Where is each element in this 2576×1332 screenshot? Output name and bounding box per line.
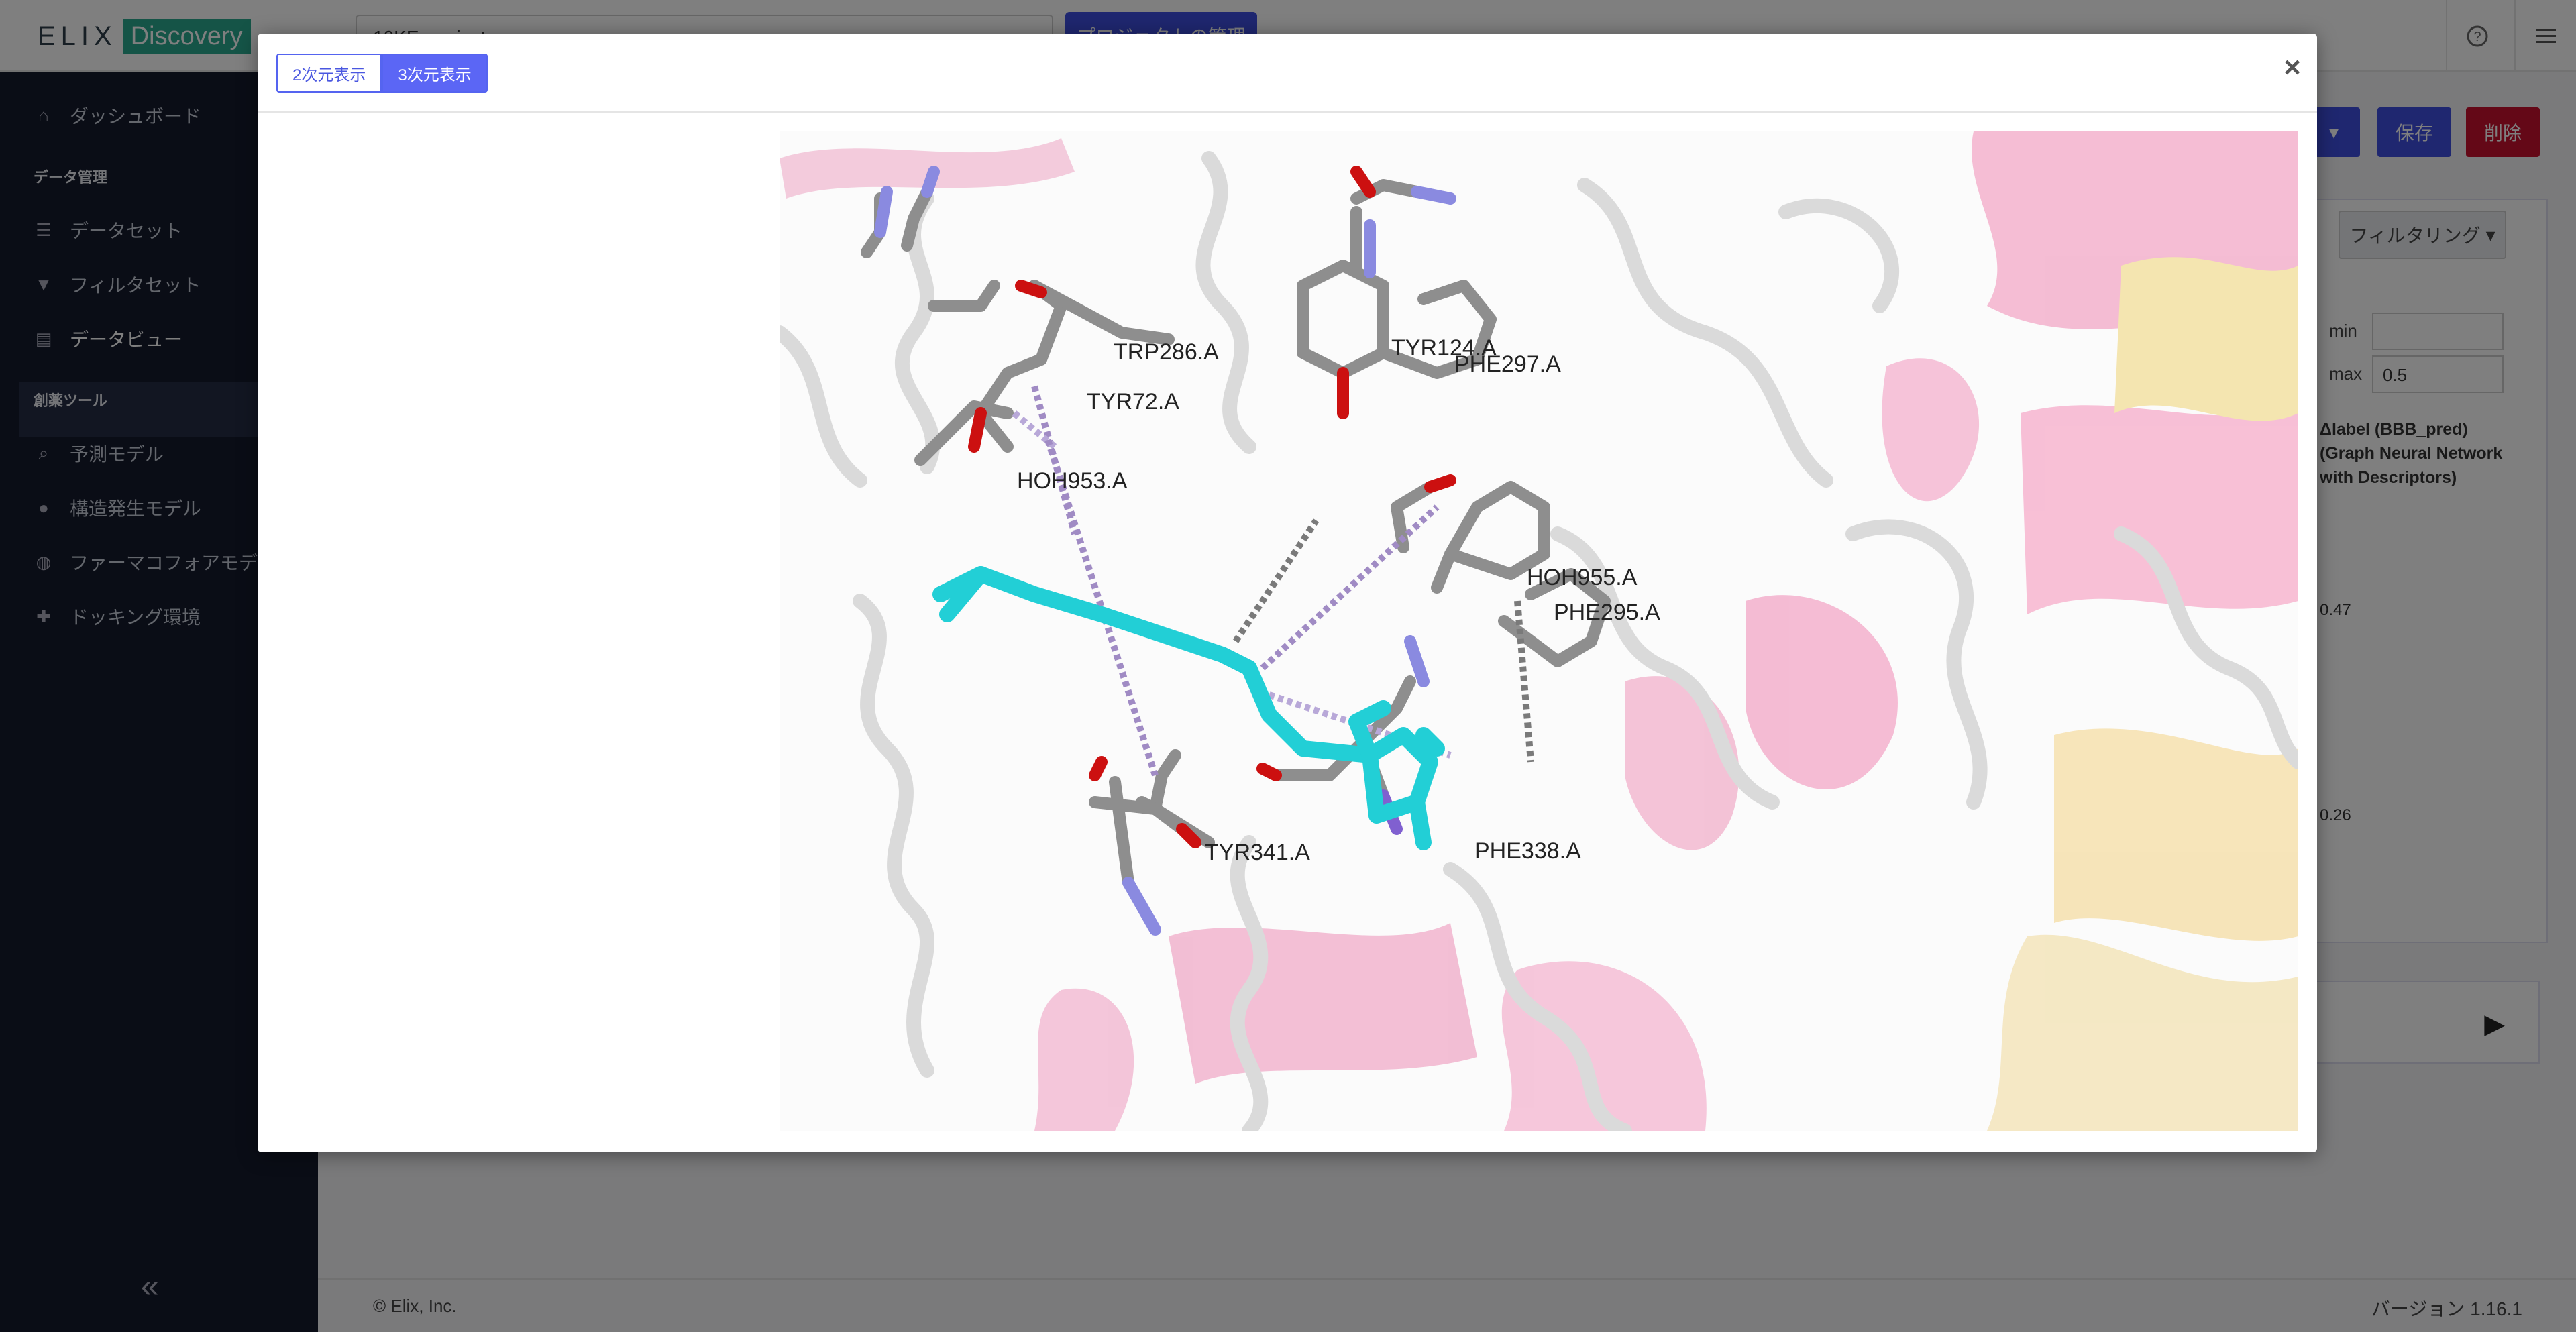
residue-label: PHE295.A — [1554, 600, 1660, 625]
residue-label: PHE338.A — [1474, 838, 1581, 864]
structure-viewer-modal: 2次元表示 3次元表示 × TRP286.A TYR72.A TYR124.A … — [258, 34, 2317, 1152]
ligand — [932, 566, 1445, 850]
residue-label: TRP286.A — [1114, 339, 1219, 365]
3d-molecule-viewer[interactable]: TRP286.A TYR72.A TYR124.A PHE297.A HOH95… — [780, 131, 2298, 1131]
view-mode-tabs: 2次元表示 3次元表示 — [276, 54, 488, 93]
modal-header: 2次元表示 3次元表示 × — [258, 34, 2317, 113]
residue-label: TYR341.A — [1205, 840, 1310, 865]
residue-label: TYR72.A — [1087, 389, 1179, 414]
residue-label: HOH955.A — [1527, 565, 1638, 590]
residue-sticks — [861, 179, 1611, 889]
tab-3d-view[interactable]: 3次元表示 — [382, 54, 488, 93]
residue-label: PHE297.A — [1454, 351, 1561, 377]
protein-ribbons — [780, 131, 2298, 1131]
residue-label: HOH953.A — [1017, 468, 1128, 494]
tab-2d-view[interactable]: 2次元表示 — [276, 54, 382, 93]
close-icon[interactable]: × — [2284, 51, 2301, 85]
molecule-canvas: TRP286.A TYR72.A TYR124.A PHE297.A HOH95… — [780, 131, 2298, 1131]
